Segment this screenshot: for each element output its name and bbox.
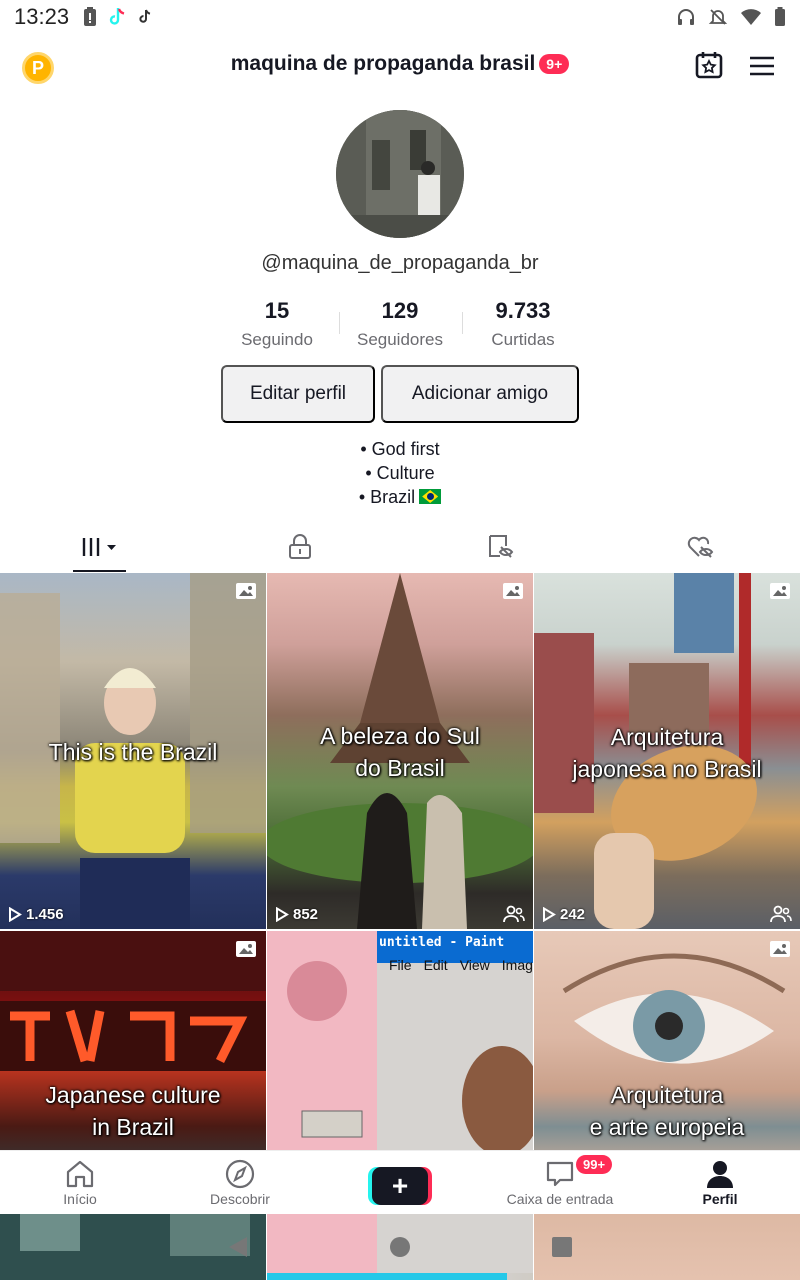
inbox-icon [546,1161,574,1187]
video-thumbnail[interactable]: Arquitetura japonesa no Brasil 242 [534,573,800,929]
bio: • God first • Culture • Brazil [0,437,800,509]
video-thumbnail[interactable]: This is the Brazil 1.456 [0,573,266,929]
video-caption: Arquitetura japonesa no Brasil [572,724,762,782]
paint-window-title: untitled - Paint [379,935,505,950]
profile-icon [707,1161,733,1188]
edit-profile-button[interactable]: Editar perfil [221,365,375,423]
username: @maquina_de_propaganda_br [261,252,539,274]
tab-liked[interactable] [600,522,800,572]
stat-followers[interactable]: 129 Seguidores [338,298,462,350]
home-icon [66,1160,94,1188]
stat-likes[interactable]: 9.733 Curtidas [461,298,585,350]
calendar-star-icon[interactable] [694,50,724,80]
battery-icon [775,7,785,26]
bio-line: • God first [360,439,440,459]
video-caption: Arquitetura e arte europeia [589,1082,745,1140]
stat-value: 15 [264,298,290,323]
profile-tabs [0,522,800,572]
profile-display-name[interactable]: maquina de propaganda brasil [231,52,536,76]
grid-icon [82,538,116,556]
nav-label: Caixa de entrada [506,1191,614,1207]
nav-inbox[interactable]: 99+ Caixa de entrada [480,1151,640,1214]
nav-create[interactable]: + [320,1151,480,1214]
nav-label: Início [63,1191,97,1207]
tab-videos[interactable] [0,522,200,572]
notifications-off-icon [708,9,728,25]
home-button-icon[interactable] [389,1236,411,1258]
photo-icon [236,583,256,599]
paint-menu-item: View [459,957,490,973]
stat-value: 9.733 [495,298,551,323]
status-bar: 13:23 [0,0,800,34]
brazil-flag-icon [419,489,442,504]
video-caption: This is the Brazil [48,739,218,765]
stat-following[interactable]: 15 Seguindo [216,298,339,350]
paint-menu-item: Imag [501,957,533,973]
status-time: 13:23 [14,4,70,29]
add-friend-button[interactable]: Adicionar amigo [381,365,579,423]
view-count: 242 [542,906,585,923]
repost-icon [489,535,514,558]
profile-stats: 15 Seguindo 129 Seguidores 9.733 Curtida… [0,298,800,350]
tab-private[interactable] [200,522,400,572]
nav-label: Perfil [702,1191,738,1207]
bio-line: • Culture [365,463,435,483]
tab-reposts[interactable] [400,522,600,572]
bottom-nav: Início Descobrir + 99+ Caixa de entrada … [0,1150,800,1214]
avatar[interactable] [336,110,464,238]
battery-saver-icon [84,7,97,26]
view-count: 1.456 [8,906,64,923]
video-caption: A beleza do Sul do Brasil [320,723,480,781]
bio-line: • Brazil [358,487,416,507]
inbox-badge: 99+ [576,1155,613,1174]
nav-label: Descobrir [210,1191,270,1207]
stat-label: Seguidores [356,330,443,349]
recents-icon[interactable] [551,1236,573,1258]
plus-icon: + [372,1167,428,1205]
lock-icon [289,534,311,559]
video-caption: Japanese culture in Brazil [45,1082,221,1140]
nav-profile[interactable]: Perfil [640,1151,800,1214]
video-thumbnail[interactable]: A beleza do Sul do Brasil 852 [267,573,533,929]
stat-label: Curtidas [491,330,555,349]
nav-home[interactable]: Início [0,1151,160,1214]
view-count: 852 [275,906,318,923]
photo-icon [770,941,790,957]
paint-menu-item: File [389,957,412,973]
play-icon [9,907,22,922]
paint-menu-item: Edit [423,957,448,973]
wifi-icon [741,9,761,25]
headphones-icon [678,9,694,25]
system-nav-bar [0,1214,800,1280]
notification-badge: 9+ [539,54,570,74]
nav-discover[interactable]: Descobrir [160,1151,320,1214]
photo-icon [770,583,790,599]
play-icon [543,907,556,922]
back-icon[interactable] [227,1235,249,1259]
stat-value: 129 [381,298,419,323]
tiktok-icon [139,9,151,23]
friends-icon [770,905,792,923]
stat-label: Seguindo [241,330,313,349]
tiktok-lite-icon [109,8,125,25]
play-icon [276,907,289,922]
liked-icon [687,536,714,558]
profile-header: P maquina de propaganda brasil 9+ [0,44,800,90]
compass-icon [225,1159,255,1189]
photo-icon [236,941,256,957]
paint-menu-bar: File Edit View Imag [389,957,533,973]
menu-icon[interactable] [748,52,776,80]
photo-icon [503,583,523,599]
friends-icon [503,905,525,923]
